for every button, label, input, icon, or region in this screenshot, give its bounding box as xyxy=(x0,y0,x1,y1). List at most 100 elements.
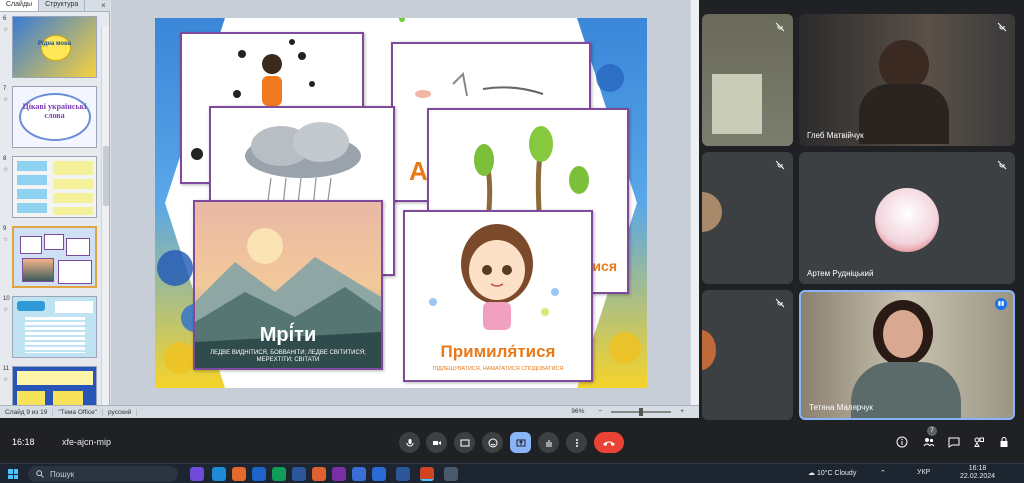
clock[interactable]: 16:18 22.02.2024 xyxy=(960,465,995,482)
slide-thumbnail[interactable] xyxy=(12,156,97,218)
present-icon xyxy=(516,439,525,446)
meeting-details-button[interactable] xyxy=(895,435,909,449)
present-button[interactable] xyxy=(510,432,531,453)
thumbnail-title: Цікаві українські слова xyxy=(22,102,87,120)
mic-off-icon xyxy=(775,160,785,170)
captions-icon xyxy=(460,439,469,446)
tray-icons[interactable]: ⌃ xyxy=(880,469,886,477)
speaking-indicator-icon: ▮▮ xyxy=(995,298,1007,310)
zoom-out-icon[interactable]: − xyxy=(593,408,607,415)
card-word: А xyxy=(409,156,428,186)
zoom-knob[interactable] xyxy=(639,407,644,416)
host-controls-button[interactable] xyxy=(997,435,1011,449)
widgets-app-icon[interactable] xyxy=(190,467,204,481)
app-icon[interactable] xyxy=(312,467,326,481)
powerpoint-app-icon[interactable] xyxy=(420,467,434,481)
mic-off-icon xyxy=(997,160,1007,170)
thumbnail-row[interactable]: 10 ☆ xyxy=(0,294,109,360)
word-app-icon[interactable] xyxy=(396,467,410,481)
more-options-button[interactable] xyxy=(566,432,587,453)
weather-text: 10°C Cloudy xyxy=(816,470,857,477)
search-placeholder: Пошук xyxy=(50,469,75,479)
keyboard-language[interactable]: УКР xyxy=(917,469,930,476)
card-definition: ПІДЛЕЩУВАТИСЯ, НАМАГАТИСЯ СПОДОБАТИСЯ xyxy=(432,366,564,372)
chat-icon xyxy=(948,437,960,448)
windows-start-icon[interactable] xyxy=(8,469,18,479)
chrome-app-icon[interactable] xyxy=(272,467,286,481)
tab-slides[interactable]: Слайды xyxy=(0,0,40,11)
slide-thumbnail[interactable] xyxy=(12,366,97,405)
participant-tile[interactable] xyxy=(702,290,793,420)
presentation-window: Слайды Структура × 6 ☆ Рідна мова 7 ☆ Ці… xyxy=(0,0,699,418)
thumbnail-row[interactable]: 6 ☆ Рідна мова xyxy=(0,14,109,80)
lock-icon xyxy=(1000,437,1008,447)
chevron-up-icon: ⌃ xyxy=(880,470,886,477)
explorer-app-icon[interactable] xyxy=(232,467,246,481)
thumbnail-row[interactable]: 7 ☆ Цікаві українські слова xyxy=(0,84,109,150)
camera-button[interactable] xyxy=(426,432,447,453)
slide-number: 7 xyxy=(3,86,7,92)
participant-tile-speaking[interactable]: Тетяна Малярчук ▮▮ xyxy=(799,290,1015,420)
captions-button[interactable] xyxy=(454,432,475,453)
slide-thumbnail[interactable] xyxy=(12,296,97,358)
leave-call-button[interactable] xyxy=(594,432,624,453)
mic-button[interactable] xyxy=(399,432,420,453)
language-indicator[interactable]: русский xyxy=(103,408,138,416)
slide-thumbnail-selected[interactable] xyxy=(12,226,97,288)
hangup-icon xyxy=(603,441,615,446)
slide-number: 8 xyxy=(3,156,7,162)
zoom-control[interactable]: 96% − + xyxy=(566,407,689,416)
participant-name: Артем Рудніцький xyxy=(807,269,874,278)
thumbnails-scrollbar[interactable] xyxy=(101,26,109,405)
participant-tile[interactable]: Глеб Матвійчук xyxy=(799,14,1015,146)
transition-star-icon: ☆ xyxy=(3,167,9,173)
app-icon[interactable] xyxy=(332,467,346,481)
activities-button[interactable] xyxy=(972,435,986,449)
zoom-in-icon[interactable]: + xyxy=(675,408,689,415)
participant-tile[interactable] xyxy=(702,14,793,146)
card-word: Примиля́тися xyxy=(440,342,556,361)
thumbnail-row[interactable]: 8 ☆ xyxy=(0,154,109,220)
mic-off-icon xyxy=(775,22,785,32)
participant-tile[interactable] xyxy=(702,152,793,284)
app-icon[interactable] xyxy=(444,467,458,481)
store-app-icon[interactable] xyxy=(252,467,266,481)
slide-thumbnail[interactable]: Рідна мова xyxy=(12,16,97,78)
taskbar-search[interactable]: Пошук xyxy=(28,466,178,482)
thumbnail-row[interactable]: 9 ☆ xyxy=(0,224,109,290)
slide-counter: Слайд 9 из 19 xyxy=(0,408,54,416)
word-app-icon[interactable] xyxy=(292,467,306,481)
theme-name: "Тема Office" xyxy=(53,408,103,416)
slide-number: 11 xyxy=(3,366,10,372)
card-definition: ЛЕДВЕ ВИДНІТИСЯ, БОВВАНІТИ; ЛЕДВЕ СВІТИТ… xyxy=(210,350,366,364)
tab-outline[interactable]: Структура xyxy=(39,0,86,11)
card-primilyatysia[interactable]: Примиля́тися ПІДЛЕЩУВАТИСЯ, НАМАГАТИСЯ С… xyxy=(403,210,593,382)
card-mriti[interactable]: Мрі́ти ЛЕДВЕ ВИДНІТИСЯ, БОВВАНІТИ; ЛЕДВЕ… xyxy=(193,200,383,370)
app-icon[interactable] xyxy=(352,467,366,481)
search-icon xyxy=(36,470,44,478)
raise-hand-button[interactable] xyxy=(538,432,559,453)
emoji-button[interactable] xyxy=(482,432,503,453)
card-word: Мрі́ти xyxy=(259,324,317,346)
thumbnail-row[interactable]: 11 ☆ xyxy=(0,364,109,405)
participant-name: Глеб Матвійчук xyxy=(807,131,864,140)
participant-tile[interactable]: Артем Рудніцький xyxy=(799,152,1015,284)
camera-icon xyxy=(432,440,441,445)
transition-star-icon: ☆ xyxy=(3,237,9,243)
people-button[interactable] xyxy=(922,435,936,449)
scroll-thumb[interactable] xyxy=(103,146,109,206)
close-pane-icon[interactable]: × xyxy=(101,1,106,10)
zoom-slider[interactable] xyxy=(611,407,672,416)
weather-widget[interactable]: ☁ 10°C Cloudy xyxy=(808,469,856,477)
slide-thumbnail[interactable]: Цікаві українські слова xyxy=(12,86,97,148)
pins-illustration xyxy=(415,71,544,98)
editor-scrollbar[interactable] xyxy=(690,0,699,405)
current-slide[interactable]: А тися Мрі́ти ЛЕДВЕ ВИДНІТИСЯ, БОВВАНІТИ… xyxy=(155,18,647,388)
chat-button[interactable] xyxy=(947,435,961,449)
slide-thumbnails: 6 ☆ Рідна мова 7 ☆ Цікаві українські сло… xyxy=(0,12,110,405)
slide-number: 10 xyxy=(3,296,10,302)
edge-app-icon[interactable] xyxy=(212,467,226,481)
clock-date: 22.02.2024 xyxy=(960,473,996,481)
status-bar: Слайд 9 из 19 "Тема Office" русский 96% … xyxy=(0,405,699,418)
app-icon[interactable] xyxy=(372,467,386,481)
